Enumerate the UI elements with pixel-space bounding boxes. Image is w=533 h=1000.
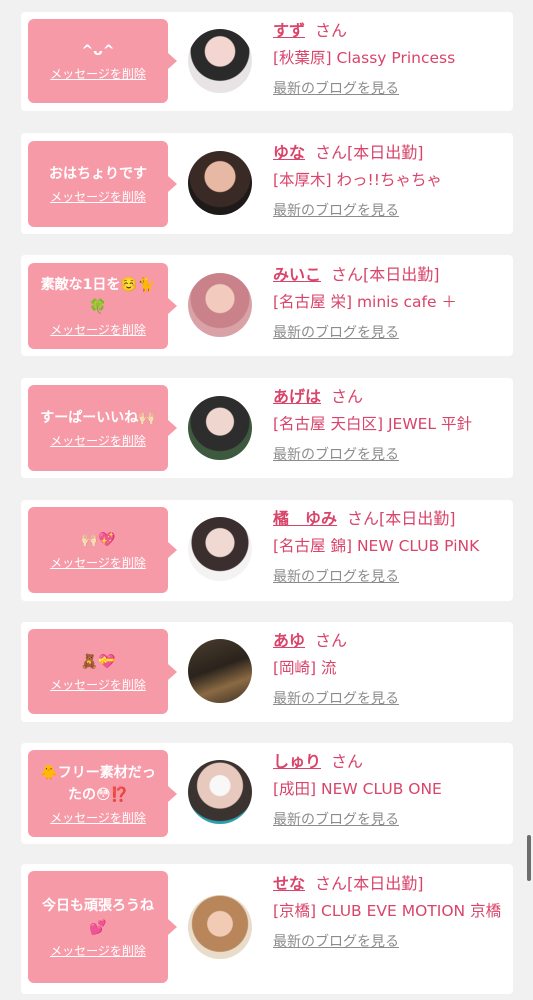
status-badge: [本日出勤]: [347, 874, 424, 893]
delete-message-link[interactable]: メッセージを削除: [50, 677, 146, 693]
delete-message-link[interactable]: メッセージを削除: [50, 322, 146, 338]
shop-info: [本厚木] わっ!!ちゃちゃ: [273, 171, 442, 189]
honorific: さん: [315, 631, 348, 650]
profile-info: せな さん[本日出勤] [京橋] CLUB EVE MOTION 京橋 最新のブロ…: [273, 873, 505, 952]
latest-blog-link[interactable]: 最新のブログを見る: [273, 810, 505, 830]
avatar[interactable]: [188, 895, 252, 959]
message-text: 素敵な1日を☺️🐈🍀: [40, 277, 156, 315]
honorific: さん: [315, 874, 348, 893]
message-text: 今日も頑張ろうね💕: [42, 898, 154, 936]
latest-blog-link[interactable]: 最新のブログを見る: [273, 323, 505, 343]
message-bubble: すーぱーいいね🙌🏻 メッセージを削除: [28, 385, 177, 471]
delete-message-link[interactable]: メッセージを削除: [50, 66, 146, 82]
message-bubble: 🙌🏻💖 メッセージを削除: [28, 507, 177, 593]
avatar[interactable]: [188, 517, 252, 581]
message-text: 🐥フリー素材だったの😳⁉️: [40, 764, 156, 803]
message-card: すーぱーいいね🙌🏻 メッセージを削除 あげは さん [名古屋 天白区] JEWEL…: [21, 378, 513, 478]
message-text: すーぱーいいね🙌🏻: [40, 410, 156, 426]
profile-info: みいこ さん[本日出勤] [名古屋 栄] minis cafe ＋ 最新のブログを…: [273, 264, 505, 343]
profile-info: あげは さん [名古屋 天白区] JEWEL 平針 最新のブログを見る: [273, 386, 505, 465]
honorific: さん: [331, 265, 364, 284]
latest-blog-link[interactable]: 最新のブログを見る: [273, 932, 505, 952]
profile-name-link[interactable]: あゆ: [273, 631, 305, 650]
profile-info: しゅり さん [成田] NEW CLUB ONE 最新のブログを見る: [273, 751, 505, 830]
shop-info: [岡崎] 流: [273, 659, 337, 677]
message-text: おはちょりです: [49, 166, 147, 182]
message-card: ^ᴗ^ メッセージを削除 すず さん [秋葉原] Classy Princess …: [21, 12, 513, 111]
message-bubble: 今日も頑張ろうね💕 メッセージを削除: [28, 871, 177, 983]
message-card: 🙌🏻💖 メッセージを削除 橘 ゆみ さん[本日出勤] [名古屋 錦] NEW CL…: [21, 500, 513, 601]
honorific: さん: [331, 752, 364, 771]
message-bubble: 🧸💝 メッセージを削除: [28, 629, 177, 714]
message-bubble: ^ᴗ^ メッセージを削除: [28, 19, 177, 103]
message-bubble: おはちょりです メッセージを削除: [28, 141, 177, 227]
profile-info: すず さん [秋葉原] Classy Princess 最新のブログを見る: [273, 20, 505, 99]
message-text: ^ᴗ^: [81, 43, 115, 59]
honorific: さん: [331, 387, 364, 406]
avatar[interactable]: [188, 639, 252, 703]
message-text: 🙌🏻💖: [80, 532, 116, 548]
message-card: おはちょりです メッセージを削除 ゆな さん[本日出勤] [本厚木] わっ!!ちゃ…: [21, 133, 513, 234]
profile-name-link[interactable]: ゆな: [273, 143, 305, 162]
avatar[interactable]: [188, 273, 252, 337]
delete-message-link[interactable]: メッセージを削除: [50, 433, 146, 449]
delete-message-link[interactable]: メッセージを削除: [50, 555, 146, 571]
status-badge: [本日出勤]: [363, 265, 440, 284]
delete-message-link[interactable]: メッセージを削除: [50, 189, 146, 205]
status-badge: [本日出勤]: [379, 509, 456, 528]
profile-name-link[interactable]: あげは: [273, 387, 321, 406]
shop-info: [名古屋 栄] minis cafe ＋: [273, 293, 457, 311]
latest-blog-link[interactable]: 最新のブログを見る: [273, 567, 505, 587]
message-card: 素敵な1日を☺️🐈🍀 メッセージを削除 みいこ さん[本日出勤] [名古屋 栄] …: [21, 255, 513, 356]
message-card: 🧸💝 メッセージを削除 あゆ さん [岡崎] 流 最新のブログを見る: [21, 622, 513, 722]
profile-name-link[interactable]: みいこ: [273, 265, 321, 284]
profile-name-link[interactable]: すず: [273, 21, 305, 40]
profile-info: あゆ さん [岡崎] 流 最新のブログを見る: [273, 630, 505, 709]
honorific: さん: [315, 21, 348, 40]
avatar[interactable]: [188, 151, 252, 215]
status-badge: [本日出勤]: [347, 143, 424, 162]
scrollbar[interactable]: [527, 835, 531, 881]
message-bubble: 🐥フリー素材だったの😳⁉️ メッセージを削除: [28, 750, 177, 837]
latest-blog-link[interactable]: 最新のブログを見る: [273, 689, 505, 709]
honorific: さん: [347, 509, 380, 528]
avatar[interactable]: [188, 396, 252, 460]
message-card: 🐥フリー素材だったの😳⁉️ メッセージを削除 しゅり さん [成田] NEW CL…: [21, 743, 513, 844]
delete-message-link[interactable]: メッセージを削除: [50, 943, 146, 959]
profile-info: ゆな さん[本日出勤] [本厚木] わっ!!ちゃちゃ 最新のブログを見る: [273, 142, 505, 221]
avatar[interactable]: [188, 760, 252, 824]
shop-info: [京橋] CLUB EVE MOTION 京橋: [273, 902, 502, 920]
latest-blog-link[interactable]: 最新のブログを見る: [273, 79, 505, 99]
profile-name-link[interactable]: 橘 ゆみ: [273, 509, 337, 528]
avatar[interactable]: [188, 29, 252, 93]
latest-blog-link[interactable]: 最新のブログを見る: [273, 445, 505, 465]
shop-info: [秋葉原] Classy Princess: [273, 49, 456, 67]
message-text: 🧸💝: [80, 653, 116, 670]
profile-name-link[interactable]: しゅり: [273, 752, 321, 771]
message-bubble: 素敵な1日を☺️🐈🍀 メッセージを削除: [28, 263, 177, 349]
latest-blog-link[interactable]: 最新のブログを見る: [273, 201, 505, 221]
shop-info: [名古屋 錦] NEW CLUB PiNK: [273, 537, 480, 555]
profile-name-link[interactable]: せな: [273, 874, 305, 893]
message-card: 今日も頑張ろうね💕 メッセージを削除 せな さん[本日出勤] [京橋] CLUB …: [21, 864, 513, 994]
profile-info: 橘 ゆみ さん[本日出勤] [名古屋 錦] NEW CLUB PiNK 最新のブロ…: [273, 508, 505, 587]
shop-info: [名古屋 天白区] JEWEL 平針: [273, 415, 472, 433]
delete-message-link[interactable]: メッセージを削除: [50, 810, 146, 826]
honorific: さん: [315, 143, 348, 162]
shop-info: [成田] NEW CLUB ONE: [273, 780, 442, 798]
